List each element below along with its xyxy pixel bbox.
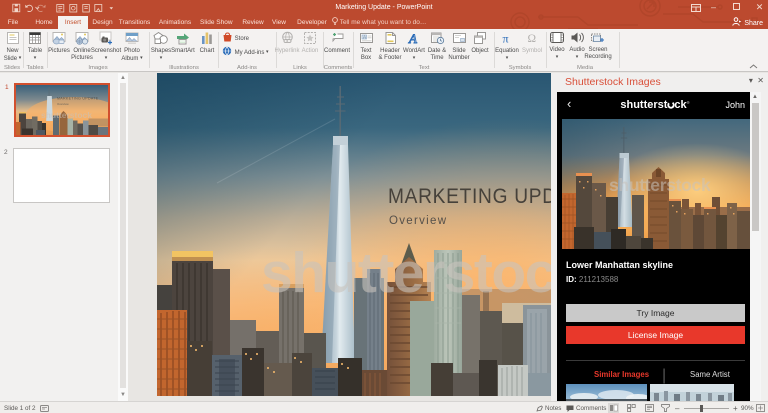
svg-text:shutterstock: shutterstock [609,175,711,195]
svg-text:Overview: Overview [57,102,70,106]
svg-text:MARKETING UPDATE: MARKETING UPDATE [57,97,99,101]
svg-text:shutterstock: shutterstock [41,110,92,120]
svg-text:π: π [503,32,509,46]
svg-text:A: A [408,31,417,45]
svg-text:Ω: Ω [528,33,537,45]
svg-text:A: A [363,35,366,40]
